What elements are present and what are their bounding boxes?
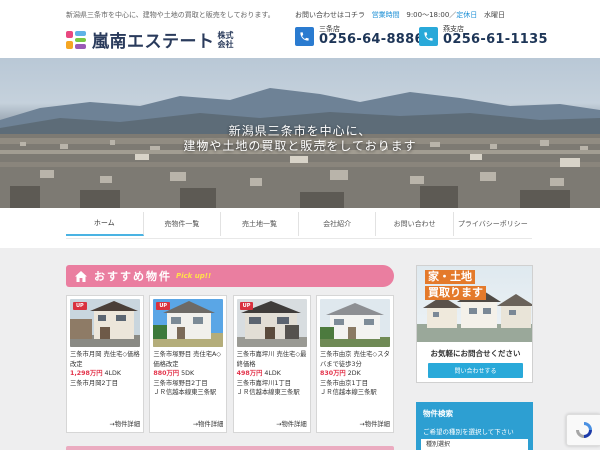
banner-image: 家・土地 買取ります: [417, 266, 532, 342]
search-description: ご希望の種別を選択して下さい: [423, 428, 514, 436]
logo-suffix: 株式 会社: [217, 30, 234, 49]
property-card[interactable]: 三条市由京 売住宅◇スタバまで徒歩3分 830万円 2DK 三条市由京1丁目 Ｊ…: [315, 295, 394, 433]
up-badge: UP: [239, 302, 254, 310]
property-search-box: 物件検索 ご希望の種別を選択して下さい 種別選択: [416, 402, 533, 450]
store-tel[interactable]: 0256-64-8886: [319, 33, 424, 47]
property-title: 三条市由京 売住宅◇スタバまで徒歩3分: [319, 351, 390, 368]
buy-land-banner[interactable]: 家・土地 買取ります お気軽にお問合せください 問い合わせする: [416, 265, 533, 383]
property-photo: UP: [70, 299, 140, 347]
recommended-header: おすすめ物件 Pick up!!: [66, 265, 394, 287]
hero-banner: 新潟県三条市を中心に、 建物や土地の買取と販売をしております: [0, 58, 600, 208]
up-badge: UP: [73, 302, 87, 310]
nav-land[interactable]: 売土地一覧: [221, 212, 299, 236]
site-header: 新潟県三条市を中心に、建物や土地の買取と販売をしております。 嵐南エステート 株…: [0, 0, 600, 58]
property-address: 三条市塚野目2丁目: [153, 379, 208, 387]
logo-mark-icon: [66, 30, 86, 49]
property-detail-link[interactable]: →物件詳細: [276, 419, 306, 428]
store-tel[interactable]: 0256-61-1135: [443, 33, 548, 47]
property-card[interactable]: UP 三条市月岡 売住宅◇価格改定 1,298万円 4LDK 三条市月岡2丁目 …: [66, 295, 144, 433]
phone-icon: [295, 26, 314, 46]
property-price: 1,298万円 4LDK: [70, 370, 122, 377]
house-icon: [75, 270, 87, 282]
hero-line-2: 建物や土地の買取と販売をしております: [183, 139, 417, 153]
banner-ask-text: お気軽にお問合せください: [430, 349, 521, 358]
property-cards: UP 三条市月岡 売住宅◇価格改定 1,298万円 4LDK 三条市月岡2丁目 …: [66, 295, 394, 433]
phone-icon: [419, 26, 438, 46]
property-address: 三条市由京1丁目: [319, 379, 369, 387]
next-section-header: [66, 446, 394, 450]
recommended-title: おすすめ物件: [94, 270, 172, 283]
nav-company[interactable]: 会社紹介: [299, 212, 377, 236]
property-title: 三条市塚野目 売住宅A◇価格改定: [153, 351, 222, 368]
property-station: ＪＲ信越本線三条駅: [319, 389, 377, 396]
property-station: ＪＲ信越本線東三条駅: [153, 389, 217, 396]
site-tagline: 新潟県三条市を中心に、建物や土地の買取と販売をしております。: [66, 11, 275, 19]
property-card[interactable]: UP 三条市嘉坪川 売住宅◇最終価格 498万円 4LDK 三条市嘉坪川1丁目 …: [232, 295, 311, 433]
property-price: 830万円 2DK: [319, 370, 361, 377]
property-station: ＪＲ信越本線東三条駅: [236, 389, 300, 396]
nav-properties[interactable]: 売物件一覧: [144, 212, 222, 236]
contact-hours: お問い合わせはコチラ 営業時間 9:00～18:00／定休日 水曜日: [295, 11, 505, 19]
main-nav: ホーム 売物件一覧 売土地一覧 会社紹介 お問い合わせ プライバシーポリシー: [66, 212, 532, 238]
property-photo: UP: [236, 299, 307, 347]
inquiry-button[interactable]: 問い合わせする: [428, 363, 523, 378]
nav-contact[interactable]: お問い合わせ: [376, 212, 454, 236]
pickup-label: Pick up!!: [176, 272, 212, 280]
store-sanjo[interactable]: 三条店 0256-64-8886: [295, 25, 424, 47]
property-photo: [319, 299, 390, 347]
property-price: 498万円 4LDK: [236, 370, 281, 377]
property-card[interactable]: UP 三条市塚野目 売住宅A◇価格改定 880万円 5DK 三条市塚野目2丁目 …: [149, 295, 228, 433]
property-price: 880万円 5DK: [153, 370, 195, 377]
property-photo: UP: [153, 299, 224, 347]
property-detail-link[interactable]: →物件詳細: [193, 419, 223, 428]
nav-home[interactable]: ホーム: [66, 212, 144, 236]
banner-headline: 家・土地 買取ります: [425, 270, 486, 302]
property-title: 三条市嘉坪川 売住宅◇最終価格: [236, 351, 307, 368]
property-title: 三条市月岡 売住宅◇価格改定: [70, 351, 140, 368]
property-detail-link[interactable]: →物件詳細: [110, 419, 140, 428]
logo-name: 嵐南エステート: [92, 32, 215, 52]
property-address: 三条市嘉坪川1丁目: [236, 379, 292, 387]
recaptcha-icon: [575, 422, 592, 438]
property-detail-link[interactable]: →物件詳細: [360, 419, 390, 428]
up-badge: UP: [156, 302, 171, 310]
nav-privacy[interactable]: プライバシーポリシー: [454, 212, 532, 236]
recaptcha-badge[interactable]: [566, 414, 600, 446]
type-select[interactable]: 種別選択: [421, 439, 528, 450]
site-logo[interactable]: 嵐南エステート 株式 会社: [66, 27, 234, 52]
nav-divider: [66, 238, 532, 239]
store-tsubame[interactable]: 燕支店 0256-61-1135: [419, 25, 548, 47]
search-title: 物件検索: [423, 409, 453, 418]
property-address: 三条市月岡2丁目: [70, 379, 119, 387]
